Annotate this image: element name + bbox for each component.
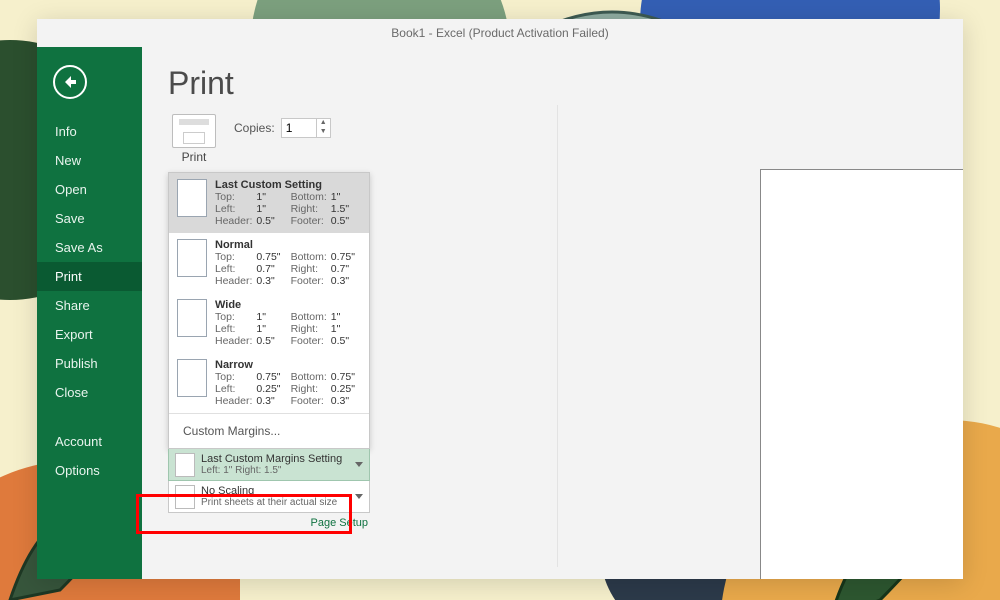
- chevron-down-icon: [355, 462, 363, 467]
- margins-thumb-icon: [177, 299, 207, 337]
- margins-option-normal[interactable]: Normal Top:0.75" Bottom:0.75" Left:0.7" …: [169, 233, 369, 293]
- margins-thumb-icon: [177, 179, 207, 217]
- backstage-body: Info New Open Save Save As Print Share E…: [37, 47, 963, 579]
- margins-option-title: Normal: [215, 239, 253, 251]
- settings-row-margins[interactable]: Last Custom Margins Setting Left: 1" Rig…: [168, 449, 370, 481]
- copies-label: Copies:: [234, 121, 275, 135]
- copies-spinner[interactable]: ▲ ▼: [281, 118, 331, 138]
- sidebar-item-info[interactable]: Info: [37, 117, 142, 146]
- margins-summary-sub: Left: 1" Right: 1.5": [201, 465, 349, 476]
- printer-icon: [172, 114, 216, 148]
- sidebar-item-save-as[interactable]: Save As: [37, 233, 142, 262]
- copies-down[interactable]: ▼: [317, 128, 330, 137]
- sidebar-item-account[interactable]: Account: [37, 427, 142, 456]
- margins-option-narrow[interactable]: Narrow Top:0.75" Bottom:0.75" Left:0.25"…: [169, 353, 369, 413]
- excel-backstage-window: Book1 - Excel (Product Activation Failed…: [37, 19, 963, 579]
- print-page: Print Print Copies: ▲ ▼: [142, 47, 963, 579]
- sidebar-item-close[interactable]: Close: [37, 378, 142, 407]
- margins-summary-title: Last Custom Margins Setting: [201, 453, 349, 465]
- sidebar-item-open[interactable]: Open: [37, 175, 142, 204]
- margins-option-title: Narrow: [215, 359, 253, 371]
- sidebar-item-export[interactable]: Export: [37, 320, 142, 349]
- print-button-label: Print: [168, 150, 220, 164]
- margins-option-last-custom[interactable]: Last Custom Setting Top:1" Bottom:1" Lef…: [169, 173, 369, 233]
- custom-margins-item[interactable]: Custom Margins...: [169, 413, 369, 448]
- scaling-sub: Print sheets at their actual size: [201, 497, 349, 508]
- scaling-title: No Scaling: [201, 485, 349, 497]
- page-setup-link[interactable]: Page Setup: [168, 513, 370, 529]
- margins-option-title: Wide: [215, 299, 241, 311]
- page-title: Print: [168, 65, 398, 102]
- margins-thumb-icon: [177, 239, 207, 277]
- chevron-down-icon: [355, 494, 363, 499]
- sidebar-item-save[interactable]: Save: [37, 204, 142, 233]
- back-button[interactable]: [53, 65, 87, 99]
- vertical-divider: [557, 105, 558, 567]
- sidebar-item-new[interactable]: New: [37, 146, 142, 175]
- settings-row-scaling[interactable]: No Scaling Print sheets at their actual …: [168, 481, 370, 513]
- copies-up[interactable]: ▲: [317, 119, 330, 128]
- sidebar-item-publish[interactable]: Publish: [37, 349, 142, 378]
- scaling-icon: [175, 485, 195, 509]
- backstage-sidebar: Info New Open Save Save As Print Share E…: [37, 47, 142, 579]
- sidebar-item-print[interactable]: Print: [37, 262, 142, 291]
- window-title: Book1 - Excel (Product Activation Failed…: [37, 19, 963, 47]
- margins-thumb-icon: [177, 359, 207, 397]
- page-margins-icon: [175, 453, 195, 477]
- margins-option-title: Last Custom Setting: [215, 179, 322, 191]
- print-button[interactable]: Print: [168, 114, 220, 164]
- print-preview: [760, 169, 963, 579]
- copies-input[interactable]: [282, 119, 316, 137]
- margins-option-wide[interactable]: Wide Top:1" Bottom:1" Left:1" Right:1" H…: [169, 293, 369, 353]
- sidebar-item-options[interactable]: Options: [37, 456, 142, 485]
- sidebar-item-share[interactable]: Share: [37, 291, 142, 320]
- margins-dropdown: Last Custom Setting Top:1" Bottom:1" Lef…: [168, 172, 370, 449]
